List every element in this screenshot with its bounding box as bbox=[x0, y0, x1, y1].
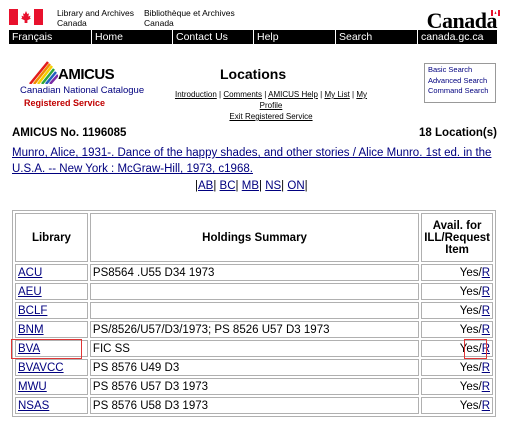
nav-canada-gc-ca[interactable]: canada.gc.ca bbox=[417, 30, 497, 44]
holdings-cell: PS 8576 U49 D3 bbox=[89, 359, 420, 376]
library-code-link[interactable]: MWU bbox=[18, 381, 47, 393]
header-library: Library bbox=[15, 213, 88, 262]
holdings-table: Library Holdings Summary Avail. for ILL/… bbox=[12, 210, 496, 417]
canada-flag-icon bbox=[9, 9, 43, 25]
holdings-cell bbox=[89, 283, 420, 300]
table-row: AEU Yes/R bbox=[15, 283, 493, 300]
nav-francais[interactable]: Français bbox=[9, 30, 91, 44]
library-code-link[interactable]: ACU bbox=[18, 267, 42, 279]
avail-text: Yes/ bbox=[459, 323, 482, 336]
request-link[interactable]: R bbox=[482, 362, 490, 374]
table-row: BNM PS/8526/U57/D3/1973; PS 8526 U57 D3 … bbox=[15, 321, 493, 338]
table-row: BCLF Yes/R bbox=[15, 302, 493, 319]
amicus-top-links: Introduction | Comments | AMICUS Help | … bbox=[174, 90, 368, 121]
amicus-rainbow-icon bbox=[29, 61, 58, 84]
link-comments[interactable]: Comments bbox=[223, 90, 262, 99]
library-code-link[interactable]: AEU bbox=[18, 286, 42, 298]
holdings-cell: FIC SS bbox=[89, 340, 420, 357]
department-name-fr: Bibliothèque et Archives Canada bbox=[144, 8, 235, 28]
holdings-cell: PS 8576 U57 D3 1973 bbox=[89, 378, 420, 395]
table-row: ACU PS8564 .U55 D34 1973 Yes/R bbox=[15, 264, 493, 281]
amicus-logo[interactable]: AMICUS Canadian National Catalogue Regis… bbox=[20, 60, 144, 112]
amicus-number: AMICUS No. 1196085 bbox=[12, 127, 127, 139]
province-link-ab[interactable]: AB bbox=[198, 180, 213, 192]
province-link-on[interactable]: ON bbox=[287, 180, 304, 192]
library-code-link[interactable]: NSAS bbox=[18, 400, 49, 412]
link-exit-registered-service[interactable]: Exit Registered Service bbox=[229, 112, 312, 121]
link-advanced-search[interactable]: Advanced Search bbox=[428, 76, 492, 87]
link-my-list[interactable]: My List bbox=[324, 90, 349, 99]
nav-search[interactable]: Search bbox=[335, 30, 417, 44]
nav-contact-us[interactable]: Contact Us bbox=[172, 30, 253, 44]
library-code-link[interactable]: BCLF bbox=[18, 305, 47, 317]
table-row: MWU PS 8576 U57 D3 1973 Yes/R bbox=[15, 378, 493, 395]
nav-home[interactable]: Home bbox=[91, 30, 172, 44]
highlight-bva-request bbox=[464, 339, 487, 359]
province-link-ns[interactable]: NS bbox=[265, 180, 281, 192]
library-code-link[interactable]: BNM bbox=[18, 324, 44, 336]
department-name-en: Library and Archives Canada bbox=[57, 8, 135, 28]
link-introduction[interactable]: Introduction bbox=[175, 90, 217, 99]
fip-header: Library and Archives Canada Bibliothèque … bbox=[0, 0, 507, 33]
request-link[interactable]: R bbox=[482, 286, 490, 298]
request-link[interactable]: R bbox=[482, 267, 490, 279]
logo-subtitle: Canadian National Catalogue bbox=[20, 85, 145, 96]
avail-text: Yes/ bbox=[459, 361, 482, 374]
avail-text: Yes/ bbox=[459, 380, 482, 393]
amicus-logo-text: AMICUS bbox=[58, 66, 115, 83]
citation-text[interactable]: Munro, Alice, 1931-. Dance of the happy … bbox=[12, 147, 491, 175]
avail-text: Yes/ bbox=[459, 266, 482, 279]
avail-text: Yes/ bbox=[459, 399, 482, 412]
province-link-bc[interactable]: BC bbox=[220, 180, 236, 192]
search-options-box: Basic Search Advanced Search Command Sea… bbox=[424, 63, 496, 103]
holdings-cell: PS 8576 U58 D3 1973 bbox=[89, 397, 420, 414]
link-command-search[interactable]: Command Search bbox=[428, 86, 492, 97]
library-code-link[interactable]: BVAVCC bbox=[18, 362, 64, 374]
request-link[interactable]: R bbox=[482, 400, 490, 412]
header-avail-ill: Avail. for ILL/Request Item bbox=[421, 213, 493, 262]
holdings-cell: PS/8526/U57/D3/1973; PS 8526 U57 D3 1973 bbox=[89, 321, 420, 338]
province-link-mb[interactable]: MB bbox=[242, 180, 259, 192]
table-row: BVAVCC PS 8576 U49 D3 Yes/R bbox=[15, 359, 493, 376]
table-header-row: Library Holdings Summary Avail. for ILL/… bbox=[15, 213, 493, 262]
nav-help[interactable]: Help bbox=[253, 30, 335, 44]
link-amicus-help[interactable]: AMICUS Help bbox=[268, 90, 318, 99]
location-count: 18 Location(s) bbox=[419, 127, 497, 139]
link-basic-search[interactable]: Basic Search bbox=[428, 65, 492, 76]
page-title: Locations bbox=[220, 66, 287, 82]
request-link[interactable]: R bbox=[482, 305, 490, 317]
logo-service: Registered Service bbox=[24, 98, 106, 108]
header-holdings-summary: Holdings Summary bbox=[89, 213, 420, 262]
request-link[interactable]: R bbox=[482, 324, 490, 336]
highlight-bva-library bbox=[11, 339, 82, 359]
wordmark-flag-icon bbox=[491, 10, 500, 16]
avail-text: Yes/ bbox=[459, 285, 482, 298]
province-filter: |AB| BC| MB| NS| ON| bbox=[195, 180, 308, 192]
request-link[interactable]: R bbox=[482, 381, 490, 393]
table-row: BVA FIC SS Yes/R bbox=[15, 340, 493, 357]
avail-text: Yes/ bbox=[459, 304, 482, 317]
holdings-cell bbox=[89, 302, 420, 319]
table-row: NSAS PS 8576 U58 D3 1973 Yes/R bbox=[15, 397, 493, 414]
holdings-cell: PS8564 .U55 D34 1973 bbox=[89, 264, 420, 281]
common-menu-bar: Français Home Contact Us Help Search can… bbox=[9, 30, 497, 44]
record-citation-link[interactable]: Munro, Alice, 1931-. Dance of the happy … bbox=[12, 145, 497, 177]
